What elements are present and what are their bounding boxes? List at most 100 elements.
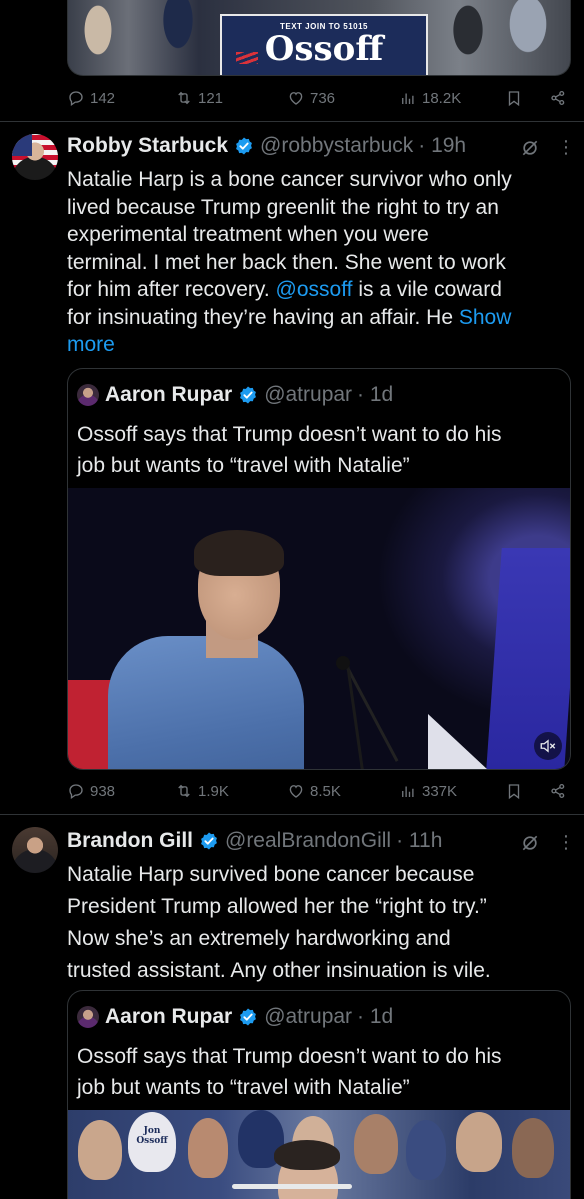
microphone-head bbox=[336, 656, 350, 670]
crowd-person bbox=[188, 1118, 228, 1178]
speaker-muted-icon bbox=[540, 739, 556, 753]
tweet-line: for insinuating they’re having an affair… bbox=[67, 304, 573, 332]
top-tweet-actions: 142 121 736 18.2K bbox=[67, 87, 571, 111]
speaker-hair bbox=[274, 1140, 340, 1170]
quote-header: Aaron Rupar @atrupar · 1d bbox=[77, 383, 393, 407]
quote-video[interactable] bbox=[68, 488, 570, 769]
like-count: 8.5K bbox=[310, 782, 341, 800]
quote-text: Ossoff says that Trump doesn’t want to d… bbox=[77, 419, 563, 481]
reply-button[interactable]: 142 bbox=[67, 89, 115, 107]
divider bbox=[0, 121, 584, 122]
like-button[interactable]: 8.5K bbox=[287, 782, 341, 800]
author-name[interactable]: Brandon Gill bbox=[67, 829, 193, 853]
tweet-text: Natalie Harp is a bone cancer survivor w… bbox=[67, 166, 573, 359]
share-button[interactable] bbox=[549, 89, 567, 107]
tweet-time[interactable]: · 19h bbox=[418, 134, 466, 158]
sign-stripes bbox=[236, 52, 258, 64]
views-count: 18.2K bbox=[422, 89, 462, 107]
quote-time: · 1d bbox=[357, 383, 394, 406]
tweet-line-text: for him after recovery. bbox=[67, 278, 276, 301]
tweet-actions: 938 1.9K 8.5K 337K bbox=[67, 780, 571, 804]
grok-icon[interactable] bbox=[520, 833, 540, 853]
verified-badge-icon bbox=[238, 1007, 258, 1027]
reply-icon bbox=[67, 782, 85, 800]
verified-badge-icon[interactable] bbox=[199, 831, 219, 851]
show-more-link[interactable]: Show bbox=[459, 306, 512, 329]
grok-icon[interactable] bbox=[520, 138, 540, 158]
show-more-link[interactable]: more bbox=[67, 331, 573, 359]
tweet-line: Natalie Harp survived bone cancer becaus… bbox=[67, 863, 475, 886]
author-name[interactable]: Robby Starbuck bbox=[67, 134, 228, 158]
repost-button[interactable]: 121 bbox=[175, 89, 223, 107]
crowd-person bbox=[512, 1118, 554, 1178]
speaker-hair bbox=[194, 530, 284, 576]
tweet-line: Natalie Harp is a bone cancer survivor w… bbox=[67, 168, 512, 191]
quote-author-handle: @atrupar bbox=[264, 1005, 353, 1028]
reply-count: 142 bbox=[90, 89, 116, 107]
tweet-line: lived because Trump greenlit the right t… bbox=[67, 195, 499, 219]
views-count: 337K bbox=[422, 782, 458, 800]
quote-line: job but wants to “travel with Natalie” bbox=[77, 1076, 410, 1099]
views-button[interactable]: 18.2K bbox=[399, 89, 461, 107]
repost-count: 1.9K bbox=[198, 782, 229, 800]
mention-link[interactable]: @ossoff bbox=[276, 278, 353, 301]
quote-line: job but wants to “travel with Natalie” bbox=[77, 454, 410, 477]
reply-button[interactable]: 938 bbox=[67, 782, 115, 800]
repost-icon bbox=[175, 782, 193, 800]
top-tweet-media[interactable]: TEXT JOIN TO 51015 Ossoff bbox=[67, 0, 571, 76]
like-icon bbox=[287, 89, 305, 107]
views-icon bbox=[399, 89, 417, 107]
backdrop-white bbox=[428, 714, 488, 769]
quote-avatar bbox=[77, 384, 99, 406]
repost-count: 121 bbox=[198, 89, 224, 107]
avatar[interactable] bbox=[12, 827, 58, 873]
bookmark-button[interactable] bbox=[505, 89, 523, 107]
share-button[interactable] bbox=[549, 782, 567, 800]
tweet-text: Natalie Harp survived bone cancer becaus… bbox=[67, 859, 573, 987]
quote-author-name: Aaron Rupar bbox=[105, 383, 233, 406]
ossoff-sign: TEXT JOIN TO 51015 Ossoff bbox=[220, 14, 428, 75]
tweet-line: trusted assistant. Any other insinuation… bbox=[67, 959, 491, 982]
bookmark-icon bbox=[505, 89, 523, 107]
views-icon bbox=[399, 782, 417, 800]
tweet-line: Now she’s an extremely hardworking and bbox=[67, 927, 451, 950]
quote-line: Ossoff says that Trump doesn’t want to d… bbox=[77, 423, 502, 446]
bookmark-icon bbox=[505, 782, 523, 800]
tweet-line-text: is a vile coward bbox=[352, 278, 502, 301]
quoted-tweet[interactable]: Aaron Rupar @atrupar · 1d Ossoff says th… bbox=[67, 990, 571, 1199]
more-options-icon[interactable]: ⋮ bbox=[557, 832, 575, 853]
verified-badge-icon bbox=[238, 385, 258, 405]
reply-count: 938 bbox=[90, 782, 116, 800]
crowd-person bbox=[456, 1112, 502, 1172]
reply-icon bbox=[67, 89, 85, 107]
tweet-line: experimental treatment when you were bbox=[67, 223, 429, 246]
crowd-person bbox=[354, 1114, 398, 1174]
tweet-line: President Trump allowed her the “right t… bbox=[67, 895, 487, 918]
mute-button[interactable] bbox=[534, 732, 562, 760]
avatar[interactable] bbox=[12, 134, 58, 180]
tweet-header: Brandon Gill @realBrandonGill · 11h bbox=[67, 829, 442, 853]
repost-icon bbox=[175, 89, 193, 107]
author-handle[interactable]: @realBrandonGill bbox=[225, 829, 391, 853]
share-icon bbox=[549, 89, 567, 107]
campaign-sign-text: Jon Ossoff bbox=[136, 1126, 168, 1146]
like-button[interactable]: 736 bbox=[287, 89, 335, 107]
bookmark-button[interactable] bbox=[505, 782, 523, 800]
repost-button[interactable]: 1.9K bbox=[175, 782, 229, 800]
quote-time: · 1d bbox=[357, 1005, 394, 1028]
tweet-time[interactable]: · 11h bbox=[396, 829, 442, 853]
verified-badge-icon[interactable] bbox=[234, 136, 254, 156]
quote-text: Ossoff says that Trump doesn’t want to d… bbox=[77, 1041, 563, 1103]
quote-line: Ossoff says that Trump doesn’t want to d… bbox=[77, 1045, 502, 1068]
tweet-line-text: for insinuating they’re having an affair… bbox=[67, 305, 459, 329]
quoted-tweet[interactable]: Aaron Rupar @atrupar · 1d Ossoff says th… bbox=[67, 368, 571, 770]
home-indicator[interactable] bbox=[232, 1184, 352, 1189]
quote-author-name: Aaron Rupar bbox=[105, 1005, 233, 1028]
author-handle[interactable]: @robbystarbuck bbox=[260, 134, 413, 158]
more-options-icon[interactable]: ⋮ bbox=[557, 137, 575, 158]
quote-header: Aaron Rupar @atrupar · 1d bbox=[77, 1005, 393, 1029]
views-button[interactable]: 337K bbox=[399, 782, 457, 800]
crowd-person bbox=[78, 1120, 122, 1180]
like-count: 736 bbox=[310, 89, 336, 107]
quote-author-handle: @atrupar bbox=[264, 383, 353, 406]
